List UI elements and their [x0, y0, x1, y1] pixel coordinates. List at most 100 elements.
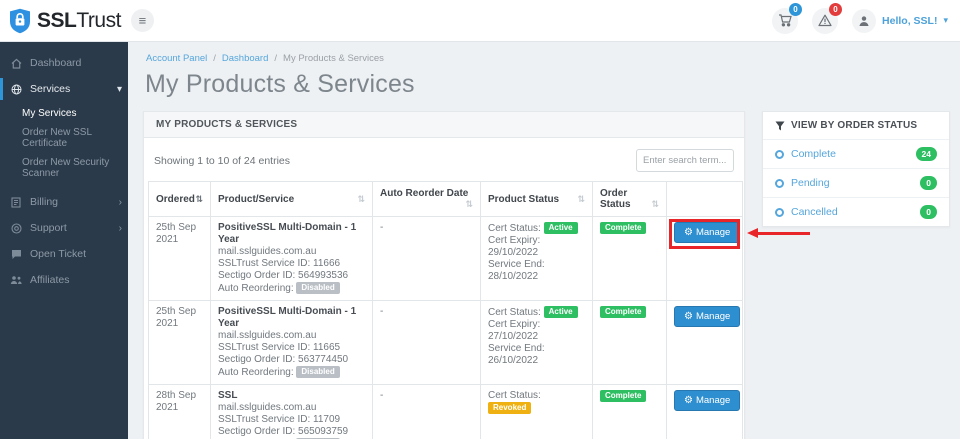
disabled-badge: Disabled: [296, 282, 340, 294]
order-status-cell: Complete: [592, 216, 667, 301]
chevron-right-icon: ›: [118, 222, 122, 234]
sidebar-item-dashboard[interactable]: Dashboard: [0, 50, 128, 76]
order-status-cell: Complete: [592, 384, 667, 439]
chevron-down-icon: ▾: [116, 83, 122, 95]
chevron-right-icon: ›: [118, 196, 122, 208]
service-end-line: Service End: 26/10/2022: [488, 343, 545, 366]
sidebar-item-services[interactable]: Services ▾: [0, 76, 128, 102]
circle-icon: [775, 207, 784, 217]
cart-button[interactable]: 0: [772, 2, 803, 34]
sidebar-item-billing[interactable]: Billing ›: [0, 189, 128, 215]
breadcrumb-separator: /: [274, 53, 278, 64]
brand-text: SSLTrust: [37, 8, 121, 32]
breadcrumb: Account Panel / Dashboard / My Products …: [146, 53, 960, 64]
cert-expiry-line: Cert Expiry: 29/10/2022: [488, 235, 541, 258]
sort-icon: ⇅: [357, 193, 365, 204]
search-input[interactable]: [636, 149, 734, 172]
top-bar: SSLTrust ≡ 0 0 Hello, SSL! ▾: [0, 0, 960, 42]
globe-icon: [10, 84, 22, 95]
menu-toggle-button[interactable]: ≡: [130, 9, 154, 32]
alerts-button[interactable]: 0: [812, 2, 843, 34]
column-header-product[interactable]: Product/Service ⇅: [210, 181, 373, 217]
column-header-product-status[interactable]: Product Status ⇅: [480, 181, 593, 217]
gear-icon: ⚙: [684, 226, 693, 238]
cart-count-badge: 0: [789, 2, 803, 16]
order-status-cell: Complete: [592, 300, 667, 385]
disabled-badge: Disabled: [296, 366, 340, 378]
manage-button[interactable]: ⚙ Manage: [674, 306, 741, 327]
sidebar-item-support[interactable]: Support ›: [0, 215, 128, 241]
sidebar: Dashboard Services ▾ My Services Order N…: [0, 42, 128, 439]
product-status-cell: Cert Status: Revoked: [480, 384, 593, 439]
user-greeting: Hello, SSL!: [882, 14, 938, 27]
manage-cell: ⚙ Manage: [666, 216, 810, 301]
product-cell: PositiveSSL Multi-Domain - 1 Year mail.s…: [210, 300, 373, 385]
sectigo-order-id: Sectigo Order ID: 564993536: [218, 270, 349, 281]
product-name: PositiveSSL Multi-Domain - 1 Year: [218, 222, 357, 245]
column-header-auto-reorder[interactable]: Auto Reorder Date ⇅: [372, 181, 481, 217]
service-end-line: Service End: 28/10/2022: [488, 259, 545, 282]
count-badge: 0: [920, 176, 937, 190]
products-table: Ordered ⇅ Product/Service ⇅ Auto Reorder D…: [148, 181, 810, 439]
sort-icon: ⇅: [577, 193, 585, 204]
filter-pending[interactable]: Pending 0: [763, 168, 949, 197]
sidebar-item-affiliates[interactable]: Affiliates: [0, 267, 128, 293]
cert-status-badge: Active: [543, 222, 578, 234]
sectigo-order-id: Sectigo Order ID: 563774450: [218, 354, 349, 365]
auto-reorder-date: -: [372, 216, 481, 301]
cert-status-line: Cert Status: Active: [488, 222, 585, 235]
warning-triangle-icon: [818, 14, 832, 27]
cart-icon: [778, 14, 792, 27]
auto-reordering-line: Auto Reordering: Disabled: [218, 282, 365, 295]
product-name: PositiveSSL Multi-Domain - 1 Year: [218, 306, 357, 329]
order-status-badge: Complete: [600, 390, 647, 402]
product-status-cell: Cert Status: Active Cert Expiry: 27/10/2…: [480, 300, 593, 385]
order-status-badge: Complete: [600, 222, 647, 234]
count-badge: 24: [915, 147, 937, 161]
manage-button[interactable]: ⚙ Manage: [674, 222, 741, 243]
circle-icon: [775, 178, 784, 188]
product-cell: PositiveSSL Multi-Domain - 1 Year mail.s…: [210, 216, 373, 301]
gear-icon: ⚙: [684, 394, 693, 406]
breadcrumb-account-panel[interactable]: Account Panel: [146, 53, 207, 64]
panel-header: VIEW BY ORDER STATUS: [763, 112, 949, 139]
sidebar-item-order-ssl[interactable]: Order New SSL Certificate: [0, 123, 128, 153]
ssltrust-logo[interactable]: SSLTrust: [0, 8, 121, 34]
service-id: SSLTrust Service ID: 11665: [218, 342, 341, 353]
manage-cell: ⚙ Manage: [666, 300, 743, 385]
sidebar-item-open-ticket[interactable]: Open Ticket: [0, 241, 128, 267]
products-card: MY PRODUCTS & SERVICES Showing 1 to 10 o…: [143, 111, 810, 439]
auto-reorder-date: -: [372, 384, 481, 439]
service-id: SSLTrust Service ID: 11709: [218, 414, 341, 425]
ordered-date: 28th Sep 2021: [148, 384, 211, 439]
filter-cancelled[interactable]: Cancelled 0: [763, 197, 949, 226]
product-domain: mail.sslguides.com.au: [218, 402, 317, 413]
cert-expiry-line: Cert Expiry: 27/10/2022: [488, 319, 541, 342]
sidebar-item-order-scanner[interactable]: Order New Security Scanner: [0, 153, 128, 183]
sort-icon: ⇅: [195, 193, 203, 204]
circle-icon: [775, 149, 784, 159]
filter-funnel-icon: [775, 121, 785, 131]
column-header-order-status[interactable]: Order Status ⇅: [592, 181, 667, 217]
chat-bubble-icon: [10, 249, 22, 260]
ordered-date: 25th Sep 2021: [148, 216, 211, 301]
product-cell: SSL mail.sslguides.com.au SSLTrust Servi…: [210, 384, 373, 439]
user-icon: [852, 8, 877, 33]
invoice-icon: [10, 196, 22, 208]
product-name: SSL: [218, 390, 238, 401]
main-content: Account Panel / Dashboard / My Products …: [128, 42, 960, 439]
breadcrumb-separator: /: [213, 53, 216, 64]
manage-button[interactable]: ⚙ Manage: [674, 390, 741, 411]
services-submenu: My Services Order New SSL Certificate Or…: [0, 102, 128, 189]
product-status-cell: Cert Status: Active Cert Expiry: 29/10/2…: [480, 216, 593, 301]
breadcrumb-dashboard[interactable]: Dashboard: [222, 53, 268, 64]
home-icon: [10, 58, 22, 69]
user-menu[interactable]: Hello, SSL! ▾: [852, 8, 948, 33]
column-header-ordered[interactable]: Ordered ⇅: [148, 181, 211, 217]
sidebar-item-my-services[interactable]: My Services: [0, 104, 128, 123]
sort-icon: ⇅: [465, 199, 473, 209]
filter-complete[interactable]: Complete 24: [763, 139, 949, 168]
cert-status-badge: Revoked: [488, 402, 532, 414]
manage-cell: ⚙ Manage: [666, 384, 743, 439]
table-header-row: Ordered ⇅ Product/Service ⇅ Auto Reorder D…: [148, 181, 743, 217]
